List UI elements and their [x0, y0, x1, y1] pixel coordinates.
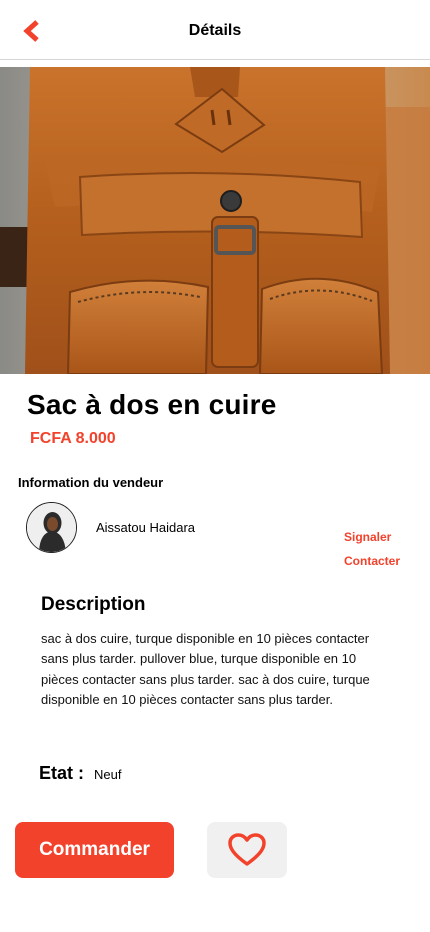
favorite-button[interactable] — [207, 822, 287, 878]
product-title: Sac à dos en cuire — [27, 389, 277, 420]
order-button-label: Commander — [39, 839, 150, 860]
seller-name: Aissatou Haidara — [96, 520, 195, 535]
seller-avatar[interactable] — [26, 502, 77, 553]
order-button[interactable]: Commander — [15, 822, 174, 878]
heart-icon — [228, 833, 266, 866]
description-text: sac à dos cuire, turque disponible en 10… — [41, 631, 370, 708]
seller-info-heading: Information du vendeur — [18, 475, 164, 490]
description-heading: Description — [41, 594, 146, 615]
top-bar: Détails — [0, 0, 430, 60]
product-price: FCFA 8.000 — [30, 430, 116, 447]
contact-link[interactable]: Contacter — [344, 554, 400, 568]
page-title: Détails — [188, 22, 242, 39]
state-value: Neuf — [94, 767, 122, 782]
product-image — [0, 67, 430, 374]
report-link[interactable]: Signaler — [344, 530, 391, 544]
state-label: Etat : — [39, 763, 84, 783]
